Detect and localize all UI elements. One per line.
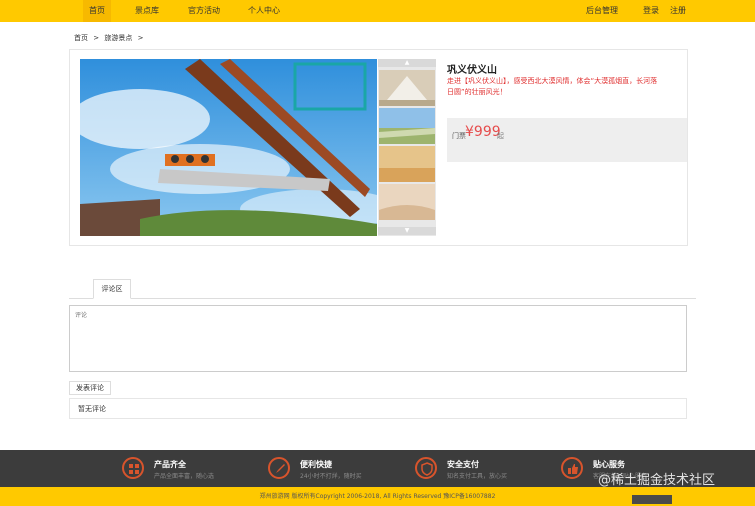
breadcrumb: 首页 > 旅游景点 > [74, 33, 146, 43]
breadcrumb-scenic[interactable]: 旅游景点 [104, 34, 132, 42]
shield-icon [415, 457, 437, 479]
price-value: ¥999 [465, 124, 501, 140]
thumb-down-arrow-icon[interactable]: ▼ [378, 227, 436, 235]
breadcrumb-separator: > [93, 34, 100, 42]
feature-subtitle: 24小时不打烊，随时买 [300, 473, 362, 480]
thumb-up-arrow-icon[interactable]: ▲ [378, 59, 436, 67]
grid-icon [122, 457, 144, 479]
language-switch[interactable] [632, 495, 672, 504]
nav-register[interactable]: 注册 [664, 0, 692, 22]
watermark: @稀土掘金技术社区 [598, 473, 716, 488]
feature-title: 产品齐全 [154, 460, 186, 469]
feature-title: 便利快捷 [300, 460, 332, 469]
tab-comments[interactable]: 评论区 [93, 279, 131, 299]
product-title: 巩义伏义山 [447, 65, 497, 76]
nav-official-events[interactable]: 官方活动 [182, 0, 226, 22]
thumbs-up-icon [561, 457, 583, 479]
thumbnail-2[interactable] [379, 108, 435, 144]
breadcrumb-home[interactable]: 首页 [74, 34, 88, 42]
comment-list: 暂无评论 [69, 398, 687, 419]
breadcrumb-separator: > [137, 34, 144, 42]
tab-divider [69, 298, 696, 299]
main-image [80, 59, 377, 236]
rocket-icon [268, 457, 290, 479]
nav-personal-center[interactable]: 个人中心 [242, 0, 286, 22]
thumbnail-strip: ▲ ▼ [378, 59, 436, 236]
top-navbar: 首页 景点库 官方活动 个人中心 后台管理 登录 注册 [0, 0, 755, 22]
thumbnail-3[interactable] [379, 146, 435, 182]
thumbnail-4[interactable] [379, 184, 435, 220]
product-description: 走进【巩义伏义山】，感受西北大漠风情，体会“大漠孤烟直，长河落日圆”的壮丽风光！ [447, 77, 658, 96]
nav-login[interactable]: 登录 [637, 0, 665, 22]
nav-scenic-library[interactable]: 景点库 [129, 0, 165, 22]
price-unit: 起 [497, 132, 504, 140]
feature-title: 安全支付 [447, 460, 479, 469]
feature-subtitle: 产品全面丰富，随心选 [154, 473, 215, 480]
nav-admin[interactable]: 后台管理 [580, 0, 624, 22]
comment-input[interactable] [69, 305, 687, 372]
nav-home[interactable]: 首页 [83, 0, 111, 22]
thumbnail-1[interactable] [379, 70, 435, 106]
submit-comment-button[interactable]: 发表评论 [69, 381, 111, 395]
feature-subtitle: 知名支付工具，放心买 [447, 473, 508, 480]
price-label: 门票 [452, 132, 466, 140]
